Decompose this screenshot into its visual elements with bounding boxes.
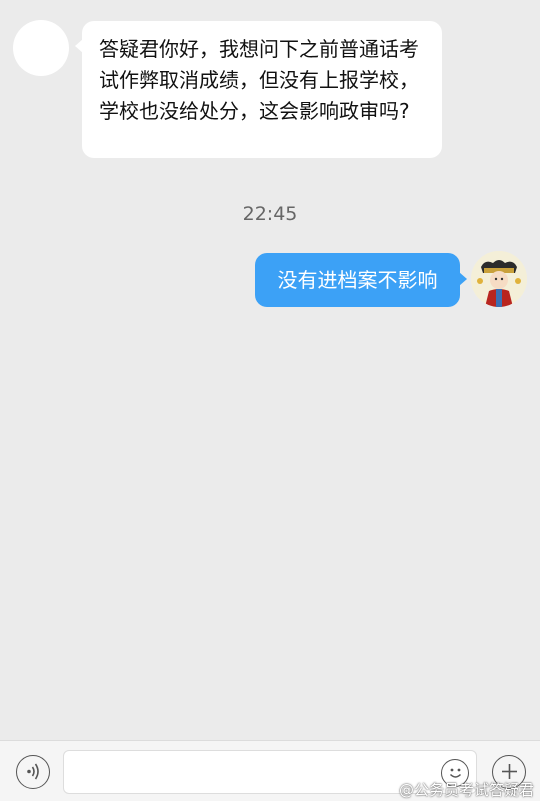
outgoing-message-bubble: 没有进档案不影响 xyxy=(255,253,467,307)
voice-icon xyxy=(26,763,39,780)
incoming-message-text: 答疑君你好，我想问下之前普通话考试作弊取消成绩，但没有上报学校，学校也没给处分，… xyxy=(99,37,419,123)
outgoing-message-text: 没有进档案不影响 xyxy=(277,268,438,292)
voice-input-button[interactable] xyxy=(16,755,50,789)
watermark: @公务员考试答疑君 xyxy=(399,779,534,800)
my-avatar[interactable] xyxy=(471,251,527,307)
avatar-illustration xyxy=(471,251,527,307)
sender-avatar[interactable] xyxy=(13,20,69,76)
message-timestamp: 22:45 xyxy=(242,203,298,225)
incoming-message-bubble: 答疑君你好，我想问下之前普通话考试作弊取消成绩，但没有上报学校，学校也没给处分，… xyxy=(75,21,442,158)
watermark-text: @公务员考试答疑君 xyxy=(398,781,534,799)
